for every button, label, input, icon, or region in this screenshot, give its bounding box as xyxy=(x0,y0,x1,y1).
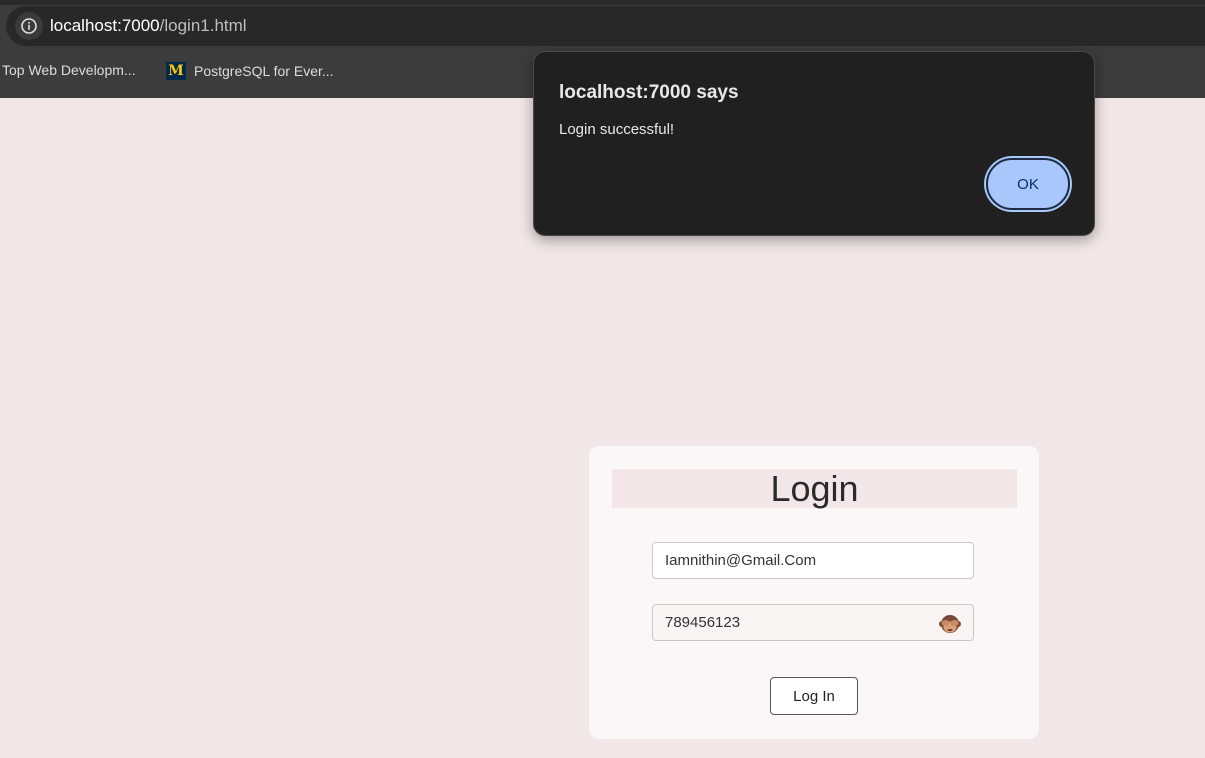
alert-dialog: localhost:7000 says Login successful! OK xyxy=(533,51,1095,236)
url-host: localhost:7000 xyxy=(50,16,160,35)
login-card: Login Log In xyxy=(589,446,1039,739)
bookmark-postgresql[interactable]: M PostgreSQL for Ever... xyxy=(166,62,334,80)
login-button[interactable]: Log In xyxy=(770,677,858,715)
url-path: /login1.html xyxy=(159,16,247,35)
bookmark-label: Top Web Developm... xyxy=(2,62,136,78)
michigan-m-logo-icon: M xyxy=(166,62,186,80)
password-field[interactable] xyxy=(652,604,974,641)
dialog-message: Login successful! xyxy=(559,121,675,138)
address-bar[interactable]: localhost:7000/login1.html xyxy=(6,6,1205,46)
email-field[interactable] xyxy=(652,542,974,579)
url-text[interactable]: localhost:7000/login1.html xyxy=(50,16,247,36)
dialog-title: localhost:7000 says xyxy=(559,82,739,103)
ok-button[interactable]: OK xyxy=(986,158,1070,210)
site-info-icon[interactable] xyxy=(15,12,43,40)
bookmark-label: PostgreSQL for Ever... xyxy=(194,63,334,79)
see-no-evil-monkey-icon[interactable] xyxy=(939,614,961,636)
bookmark-top-web-development[interactable]: Top Web Developm... xyxy=(2,62,136,78)
login-title: Login xyxy=(612,469,1017,508)
tab-strip xyxy=(0,0,1205,5)
